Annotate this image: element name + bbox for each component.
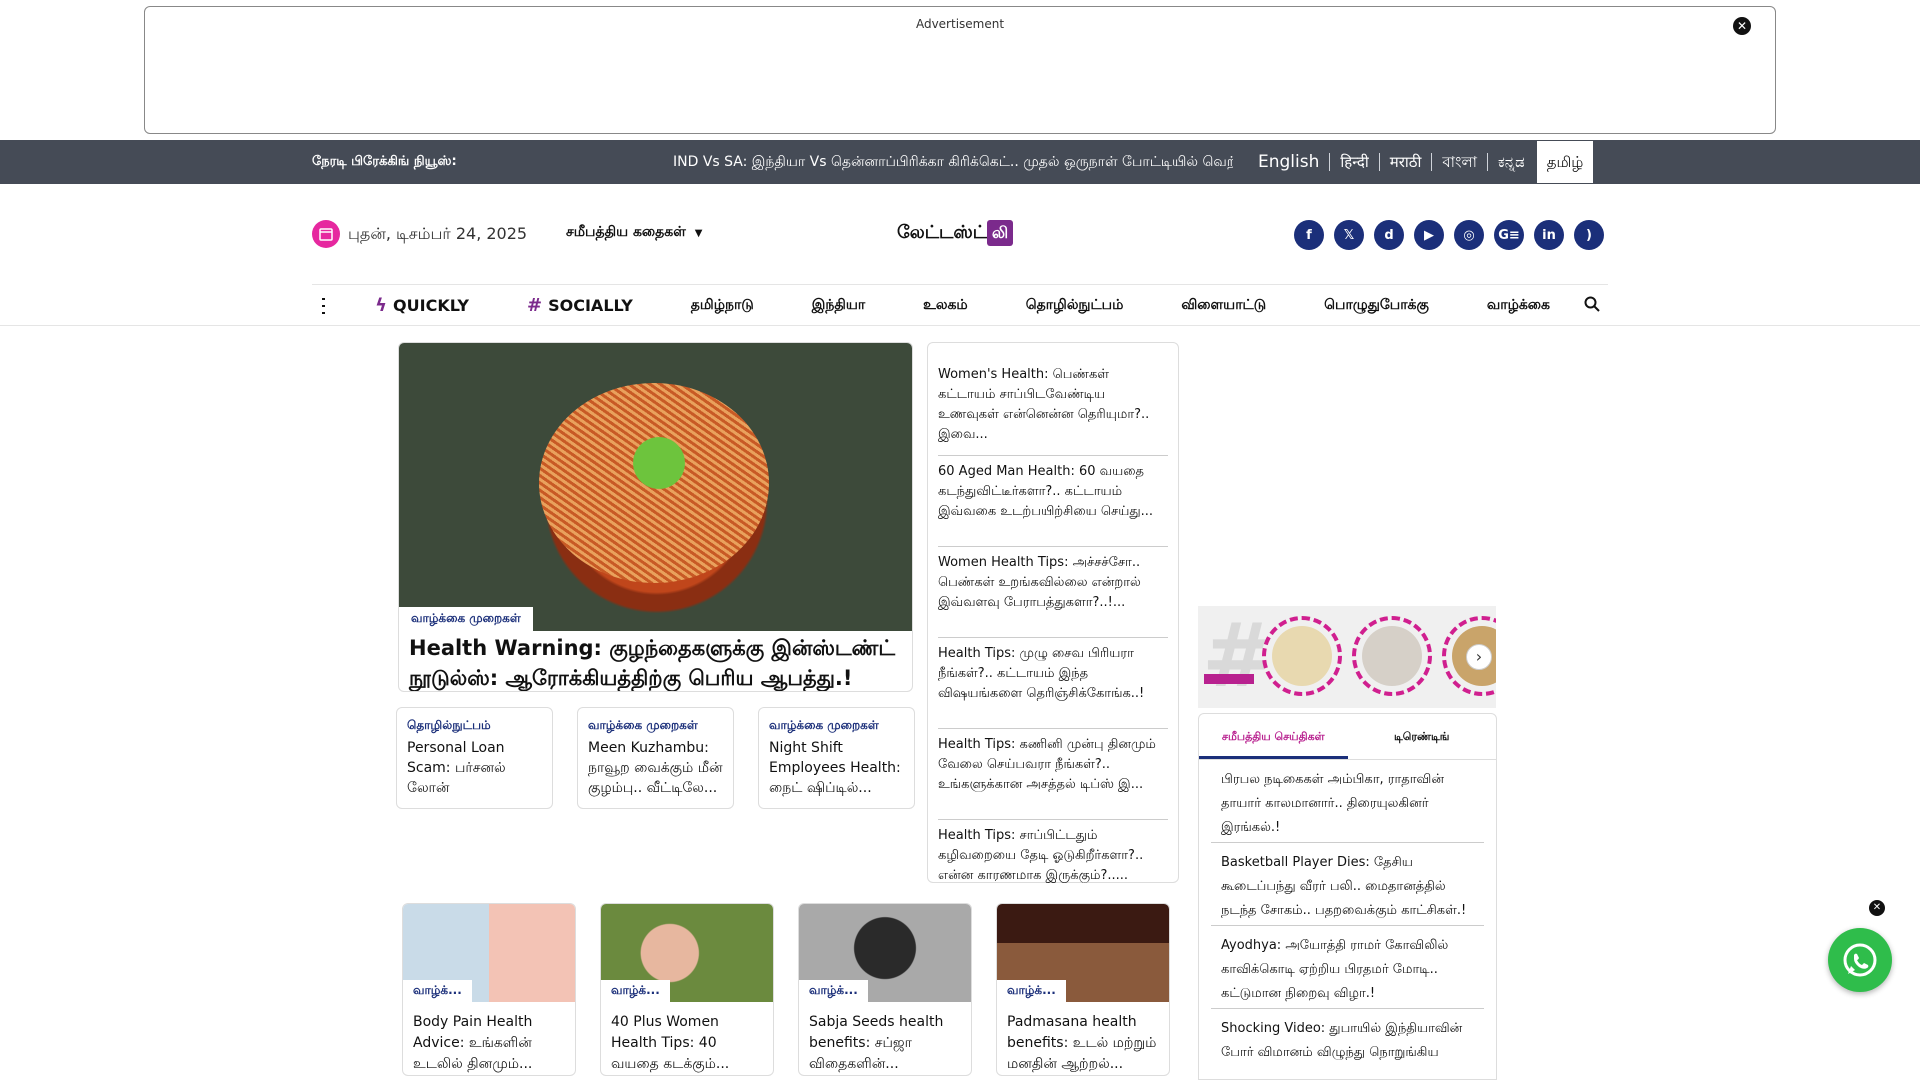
nav-tamilnadu[interactable]: தமிழ்நாடு <box>691 297 754 315</box>
list-item[interactable]: 60 Aged Man Health: 60 வயதை கடந்துவிட்டீ… <box>938 456 1168 547</box>
nav-quickly-label: QUICKLY <box>393 296 470 315</box>
site-header: புதன், டிசம்பர் 24, 2025 சமீபத்திய கதைகள… <box>0 184 1920 326</box>
lang-english[interactable]: English <box>1248 153 1329 171</box>
recent-stories-label: சமீபத்திய கதைகள் <box>566 224 686 240</box>
mini-story-card[interactable]: வாழ்க்கை முறைகள் Meen Kuzhambu: நாவூற வை… <box>577 707 734 809</box>
list-item[interactable]: Basketball Player Dies: தேசிய கூடைப்பந்த… <box>1211 843 1484 926</box>
tab-recent-news[interactable]: சமீபத்திய செய்திகள் <box>1199 714 1348 759</box>
hero-story[interactable]: வாழ்க்கை முறைகள் Health Warning: குழந்தை… <box>398 342 913 692</box>
story-card-title[interactable]: 40 Plus Women Health Tips: 40 வயதை கடக்க… <box>601 1002 773 1075</box>
side-headline-list: Women's Health: பெண்கள் கட்டாயம் சாப்பிட… <box>927 342 1179 883</box>
story-card-title[interactable]: Sabja Seeds health benefits: சப்ஜா விதைக… <box>799 1002 971 1075</box>
close-icon[interactable]: ✕ <box>1733 17 1751 35</box>
search-icon[interactable] <box>1584 296 1600 316</box>
advertisement-banner: Advertisement ✕ <box>144 6 1776 134</box>
story-card-category[interactable]: வாழ்க்... <box>997 980 1066 1002</box>
chevron-down-icon: ▼ <box>694 228 703 239</box>
lang-bangla[interactable]: বাংলা <box>1431 153 1487 171</box>
list-item[interactable]: Women Health Tips: அச்சச்சோ.. பெண்கள் உற… <box>938 547 1168 638</box>
nav-technology[interactable]: தொழில்நுட்பம் <box>1026 297 1124 315</box>
ticker-headline[interactable]: IND Vs SA: இந்தியா Vs தென்னாப்பிரிக்கா க… <box>673 154 1233 172</box>
nav-quickly[interactable]: ϟ QUICKLY <box>375 295 469 316</box>
news-tabs-box: சமீபத்திய செய்திகள் டிரெண்டிங் பிரபல நடி… <box>1198 713 1497 1080</box>
youtube-icon[interactable]: ▶ <box>1414 220 1444 250</box>
story-card-row: வாழ்க்... Body Pain Health Advice: உங்கள… <box>402 903 1170 1076</box>
language-switcher: English हिन्दी मराठी বাংলা ಕನ್ನಡ தமிழ் <box>1248 140 1594 184</box>
logo-mark: லி <box>987 220 1014 246</box>
mini-story-category[interactable]: வாழ்க்கை முறைகள் <box>769 718 904 734</box>
hashtag-icon: # <box>527 295 543 316</box>
lang-hindi[interactable]: हिन्दी <box>1329 153 1378 171</box>
nav-world[interactable]: உலகம் <box>923 297 968 315</box>
nav-entertainment[interactable]: பொழுதுபோக்கு <box>1324 297 1429 315</box>
breaking-news-ticker: நேரடி பிரேக்கிங் நியூஸ்: IND Vs SA: இந்த… <box>0 140 1920 184</box>
story-card-category[interactable]: வாழ்க்... <box>601 980 670 1002</box>
story-card[interactable]: வாழ்க்... Sabja Seeds health benefits: ச… <box>798 903 972 1076</box>
mini-story-card[interactable]: தொழில்நுட்பம் Personal Loan Scam: பர்சனல… <box>396 707 553 809</box>
story-bubble[interactable] <box>1262 616 1342 696</box>
news-tabs: சமீபத்திய செய்திகள் டிரெண்டிங் <box>1199 714 1496 760</box>
facebook-icon[interactable]: f <box>1294 220 1324 250</box>
mini-story-category[interactable]: தொழில்நுட்பம் <box>407 718 542 734</box>
dailyhunt-icon[interactable]: d <box>1374 220 1404 250</box>
x-icon[interactable]: 𝕏 <box>1334 220 1364 250</box>
lang-kannada[interactable]: ಕನ್ನಡ <box>1487 153 1535 171</box>
story-bubble[interactable] <box>1352 616 1432 696</box>
hero-image <box>399 343 912 631</box>
list-item[interactable]: Health Tips: கணினி முன்பு தினமும் வேலை ச… <box>938 729 1168 820</box>
chevron-right-icon[interactable]: › <box>1466 644 1492 670</box>
lightning-icon: ϟ <box>375 295 388 316</box>
recent-stories-dropdown[interactable]: சமீபத்திய கதைகள் ▼ <box>566 224 702 242</box>
list-item[interactable]: Health Tips: சாப்பிட்டதும் கழிவறையை தேடி… <box>938 820 1168 890</box>
main-nav: ϟ QUICKLY # SOCIALLY தமிழ்நாடு இந்தியா உ… <box>312 284 1608 326</box>
mini-story-row: தொழில்நுட்பம் Personal Loan Scam: பர்சனல… <box>396 707 915 809</box>
list-item[interactable]: Shocking Video: துபாயில் இந்தியாவின் போர… <box>1211 1009 1484 1079</box>
story-card[interactable]: வாழ்க்... 40 Plus Women Health Tips: 40 … <box>600 903 774 1076</box>
whatsapp-button[interactable] <box>1828 928 1892 992</box>
hero-category[interactable]: வாழ்க்கை முறைகள் <box>399 607 533 631</box>
hamburger-menu-icon[interactable] <box>322 297 326 314</box>
mini-story-title[interactable]: Meen Kuzhambu: நாவூற வைக்கும் மீன் குழம்… <box>588 738 723 798</box>
lang-marathi[interactable]: मराठी <box>1378 153 1432 171</box>
mini-story-card[interactable]: வாழ்க்கை முறைகள் Night Shift Employees H… <box>758 707 915 809</box>
list-item[interactable]: Women's Health: பெண்கள் கட்டாயம் சாப்பிட… <box>938 365 1168 456</box>
list-item[interactable]: பிரபல நடிகைகள் அம்பிகா, ராதாவின் தாயார் … <box>1211 760 1484 843</box>
current-date: புதன், டிசம்பர் 24, 2025 <box>348 223 528 243</box>
mini-story-category[interactable]: வாழ்க்கை முறைகள் <box>588 718 723 734</box>
site-logo[interactable]: லேட்டஸ்ட் லி <box>897 220 1014 246</box>
ticker-label: நேரடி பிரேக்கிங் நியூஸ்: <box>312 154 457 169</box>
web-stories-strip: # › <box>1198 606 1496 708</box>
nav-socially[interactable]: # SOCIALLY <box>527 295 633 316</box>
story-card-category[interactable]: வாழ்க்... <box>799 980 868 1002</box>
google-news-icon[interactable]: G≡ <box>1494 220 1524 250</box>
tab-news-list: பிரபல நடிகைகள் அம்பிகா, ராதாவின் தாயார் … <box>1199 760 1496 1079</box>
mini-story-title[interactable]: Night Shift Employees Health: நைட் ஷிப்ட… <box>769 738 904 798</box>
hero-title[interactable]: Health Warning: குழந்தைகளுக்கு இன்ஸ்டண்ட… <box>399 631 912 691</box>
nav-lifestyle[interactable]: வாழ்க்கை <box>1487 297 1550 315</box>
nav-socially-label: SOCIALLY <box>548 296 633 315</box>
calendar-icon <box>312 220 340 248</box>
advertisement-label: Advertisement <box>915 17 1005 31</box>
linkedin-icon[interactable]: in <box>1534 220 1564 250</box>
list-item[interactable]: Health Tips: முழு சைவ பிரியரா நீங்கள்?..… <box>938 638 1168 729</box>
lang-tamil[interactable]: தமிழ் <box>1536 141 1594 183</box>
story-card-category[interactable]: வாழ்க்... <box>403 980 472 1002</box>
rss-icon[interactable]: ) <box>1574 220 1604 250</box>
story-card-title[interactable]: Padmasana health benefits: உடல் மற்றும் … <box>997 1002 1169 1075</box>
story-card-title[interactable]: Body Pain Health Advice: உங்களின் உடலில்… <box>403 1002 575 1075</box>
close-icon[interactable]: ✕ <box>1869 900 1885 916</box>
logo-text: லேட்டஸ்ட் <box>897 221 988 243</box>
list-item[interactable]: Ayodhya: அயோத்தி ராமர் கோவிலில் காவிக்கொ… <box>1211 926 1484 1009</box>
tab-trending[interactable]: டிரெண்டிங் <box>1348 714 1497 759</box>
nav-india[interactable]: இந்தியா <box>812 297 865 315</box>
nav-sports[interactable]: விளையாட்டு <box>1181 297 1266 315</box>
whatsapp-icon <box>1843 943 1877 977</box>
story-card[interactable]: வாழ்க்... Padmasana health benefits: உடல… <box>996 903 1170 1076</box>
instagram-icon[interactable]: ◎ <box>1454 220 1484 250</box>
date-display: புதன், டிசம்பர் 24, 2025 <box>312 220 527 248</box>
social-links: f 𝕏 d ▶ ◎ G≡ in ) <box>1294 220 1604 250</box>
story-card[interactable]: வாழ்க்... Body Pain Health Advice: உங்கள… <box>402 903 576 1076</box>
mini-story-title[interactable]: Personal Loan Scam: பர்சனல் லோன் மோசடிகள… <box>407 738 542 798</box>
